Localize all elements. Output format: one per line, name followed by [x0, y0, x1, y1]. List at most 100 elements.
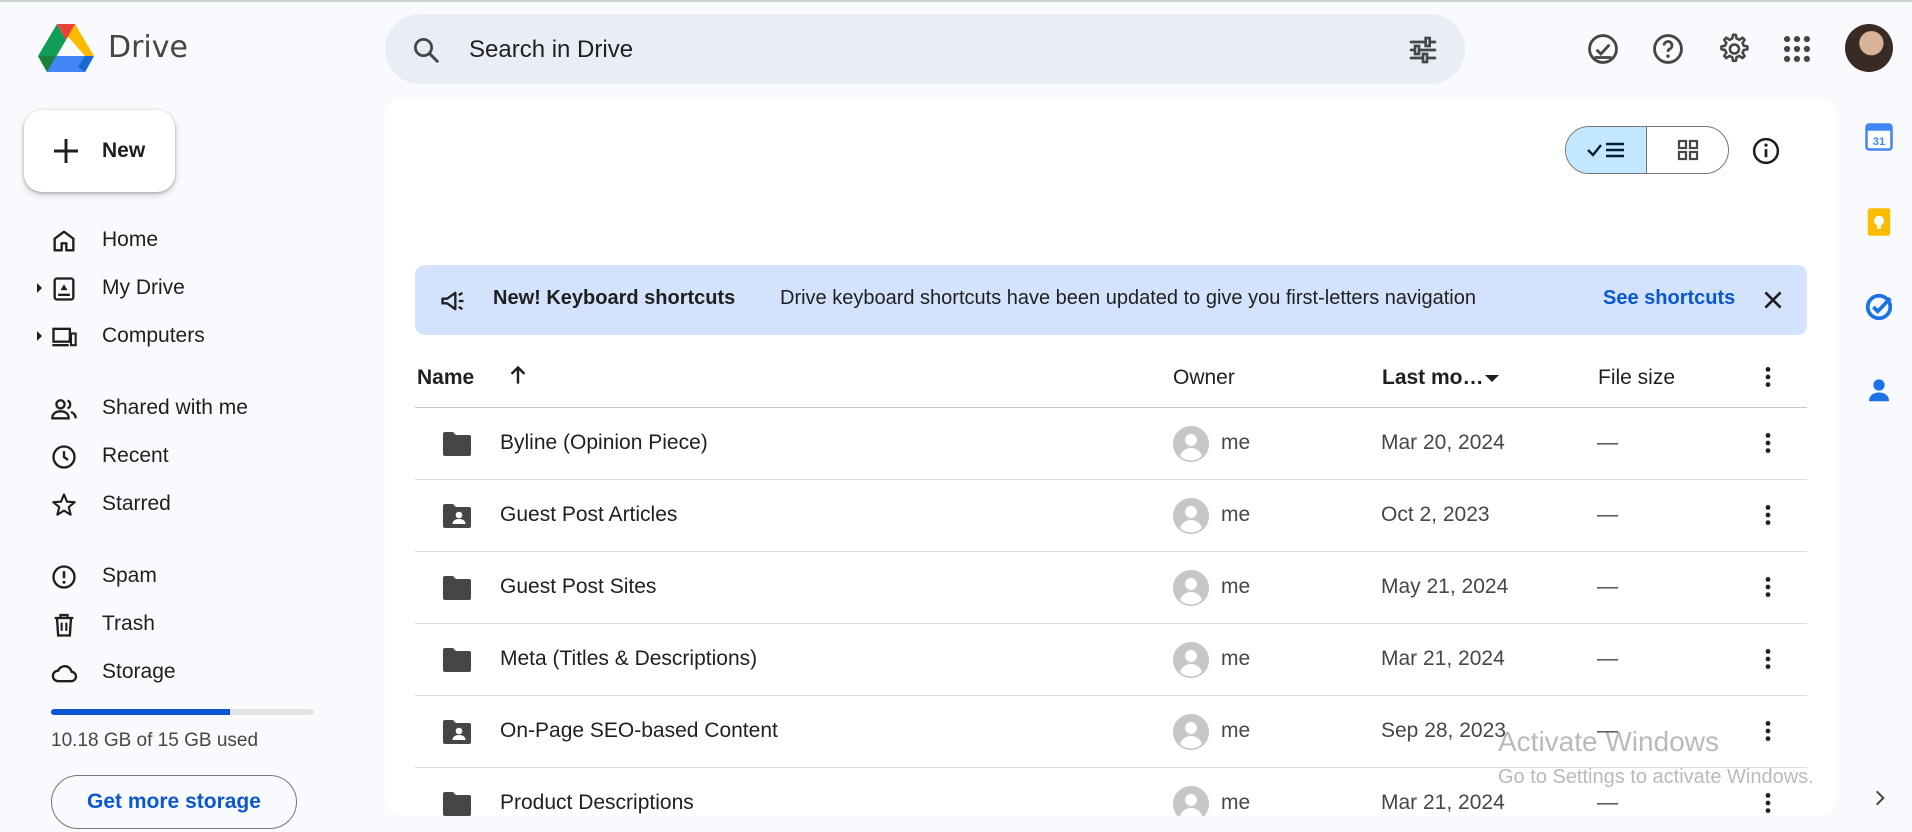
sidebar-item-storage[interactable]: Storage — [38, 652, 338, 692]
file-name[interactable]: Byline (Opinion Piece) — [500, 431, 708, 455]
sidebar-item-label: Home — [102, 228, 159, 251]
get-more-storage-button[interactable]: Get more storage — [51, 775, 297, 829]
search-input[interactable]: Search in Drive — [469, 36, 633, 64]
search-options-icon[interactable] — [1407, 34, 1439, 66]
banner-text: Drive keyboard shortcuts have been updat… — [780, 287, 1476, 309]
owner-name: me — [1221, 719, 1251, 742]
tasks-icon[interactable] — [1864, 292, 1894, 322]
sidebar-item-starred[interactable]: Starred — [38, 484, 338, 524]
sidebar-item-spam[interactable]: Spam — [38, 556, 338, 596]
file-name[interactable]: Guest Post Sites — [500, 575, 656, 599]
google-apps-icon[interactable] — [1780, 32, 1814, 66]
expand-arrow-icon[interactable] — [37, 331, 42, 341]
plus-icon — [54, 139, 78, 163]
settings-gear-icon[interactable] — [1716, 32, 1750, 66]
sidebar-item-label: Recent — [102, 444, 169, 467]
storage-usage-fill — [51, 709, 230, 715]
table-row[interactable]: Guest Post Articles me Oct 2, 2023 — — [415, 480, 1807, 552]
folder-icon — [441, 430, 473, 458]
sidebar-item-label: Spam — [102, 564, 157, 587]
last-modified-date: May 21, 2024 — [1381, 575, 1509, 598]
view-toggle[interactable] — [1565, 126, 1729, 174]
sidebar-item-home[interactable]: Home — [38, 220, 338, 260]
row-more-actions-icon[interactable] — [1755, 430, 1781, 456]
file-size: — — [1597, 647, 1618, 670]
row-more-actions-icon[interactable] — [1755, 502, 1781, 528]
file-name[interactable]: On-Page SEO-based Content — [500, 719, 778, 743]
sidebar-item-label: Shared with me — [102, 396, 248, 419]
column-options-more-icon[interactable] — [1755, 364, 1781, 390]
table-row[interactable]: Byline (Opinion Piece) me Mar 20, 2024 — — [415, 408, 1807, 480]
owner-avatar-icon — [1173, 786, 1209, 816]
sidebar-item-trash[interactable]: Trash — [38, 604, 338, 644]
grid-view-icon — [1677, 139, 1698, 161]
owner-name: me — [1221, 431, 1251, 454]
column-header-last-modified[interactable]: Last mo… — [1382, 366, 1484, 390]
sidebar-item-label: My Drive — [102, 276, 185, 299]
grid-view-button[interactable] — [1647, 127, 1728, 173]
sidebar-item-recent[interactable]: Recent — [38, 436, 338, 476]
column-header-name[interactable]: Name — [417, 366, 474, 390]
new-button[interactable]: New — [24, 110, 175, 192]
cloud-icon — [51, 665, 78, 683]
trash-icon — [54, 613, 74, 637]
last-modified-date: Sep 28, 2023 — [1381, 719, 1506, 742]
owner-name: me — [1221, 575, 1251, 598]
spam-icon — [52, 565, 76, 589]
row-more-actions-icon[interactable] — [1755, 574, 1781, 600]
row-more-actions-icon[interactable] — [1755, 790, 1781, 816]
search-icon[interactable] — [411, 35, 441, 65]
main-content: New! Keyboard shortcuts Drive keyboard s… — [385, 98, 1837, 816]
file-name[interactable]: Meta (Titles & Descriptions) — [500, 647, 757, 671]
sidebar-item-shared-with-me[interactable]: Shared with me — [38, 388, 338, 428]
drive-logo[interactable]: Drive — [38, 22, 188, 72]
my-drive-icon — [53, 277, 75, 301]
sidebar-item-computers[interactable]: Computers — [37, 316, 338, 356]
owner-avatar-icon — [1173, 498, 1209, 534]
sidebar-item-my-drive[interactable]: My Drive — [37, 268, 338, 308]
help-icon[interactable] — [1651, 32, 1685, 66]
list-view-button[interactable] — [1566, 127, 1647, 173]
file-size: — — [1597, 791, 1618, 814]
last-modified-date: Mar 21, 2024 — [1381, 647, 1505, 670]
shared-folder-icon — [441, 502, 473, 530]
expand-side-panel-chevron-icon[interactable] — [1870, 788, 1890, 808]
storage-usage-bar — [51, 709, 314, 715]
shared-folder-icon — [441, 718, 473, 746]
folder-icon — [441, 790, 473, 816]
file-name[interactable]: Product Descriptions — [500, 791, 694, 815]
dropdown-caret-icon[interactable] — [1485, 375, 1499, 382]
row-more-actions-icon[interactable] — [1755, 646, 1781, 672]
expand-arrow-icon[interactable] — [37, 283, 42, 293]
owner-avatar-icon — [1173, 570, 1209, 606]
account-avatar[interactable] — [1845, 24, 1893, 72]
activate-windows-watermark-text: Go to Settings to activate Windows. — [1498, 766, 1814, 788]
last-modified-date: Mar 21, 2024 — [1381, 791, 1505, 814]
owner-name: me — [1221, 647, 1251, 670]
info-icon[interactable] — [1751, 136, 1781, 166]
sort-ascending-arrow-icon[interactable] — [505, 362, 531, 388]
app-name: Drive — [108, 29, 188, 65]
calendar-icon[interactable]: 31 — [1864, 122, 1894, 152]
see-shortcuts-link[interactable]: See shortcuts — [1603, 287, 1735, 310]
file-name[interactable]: Guest Post Articles — [500, 503, 677, 527]
contacts-icon[interactable] — [1864, 375, 1894, 405]
activate-windows-watermark-title: Activate Windows — [1498, 726, 1719, 757]
banner-title: New! Keyboard shortcuts — [493, 287, 736, 309]
close-icon[interactable] — [1760, 287, 1786, 313]
owner-name: me — [1221, 503, 1251, 526]
svg-text:31: 31 — [1873, 136, 1886, 148]
storage-usage-text: 10.18 GB of 15 GB used — [51, 730, 259, 751]
folder-icon — [441, 646, 473, 674]
row-more-actions-icon[interactable] — [1755, 718, 1781, 744]
offline-status-icon[interactable] — [1586, 32, 1620, 66]
list-view-check-icon — [1587, 142, 1624, 158]
new-button-label: New — [102, 139, 146, 162]
search-bar[interactable]: Search in Drive — [385, 14, 1465, 84]
table-row[interactable]: Guest Post Sites me May 21, 2024 — — [415, 552, 1807, 624]
table-row[interactable]: Meta (Titles & Descriptions) me Mar 21, 20… — [415, 624, 1807, 696]
keep-icon[interactable] — [1864, 207, 1894, 237]
star-icon — [52, 493, 76, 516]
keyboard-shortcuts-banner: New! Keyboard shortcuts Drive keyboard s… — [415, 265, 1807, 335]
clock-icon — [52, 445, 76, 469]
